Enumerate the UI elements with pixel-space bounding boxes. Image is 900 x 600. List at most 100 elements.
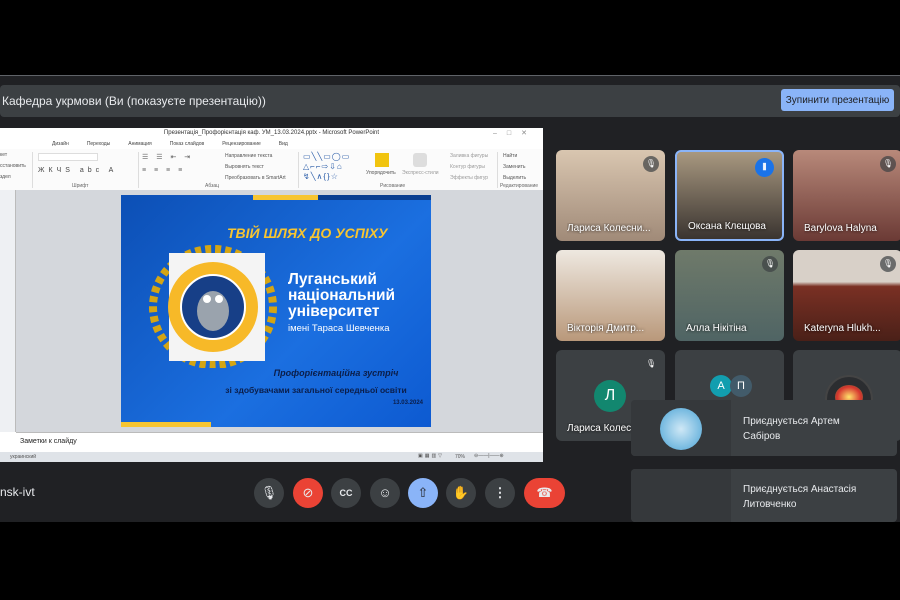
meeting-title: Профорієнтаційна зустріч [273,368,399,378]
zoom-level: 70% [455,454,466,460]
emoji-icon: ☺ [378,485,392,500]
tab-animation[interactable]: Анимация [128,139,151,149]
group-label-editing: Редактирование [500,183,539,189]
quick-styles-button[interactable]: Экспресс-стили [402,170,439,176]
participant-name: Алла Нікітіна [686,323,747,334]
captions-icon: CC [339,488,353,498]
select-button[interactable]: Выделить [503,175,526,181]
raise-hand-button[interactable]: ✋ [446,478,476,508]
tab-review[interactable]: Рецензирование [222,139,261,149]
decor-stripe [121,422,211,427]
slide-workspace: ТВІЙ ШЛЯХ ДО УСПІХУ Луганський національ… [0,190,543,432]
tab-transitions[interactable]: Переходы [87,139,110,149]
join-notification: Приєднується Артем Сабіров [631,400,897,456]
toast-avatar-area [631,469,731,522]
microphone-icon: 🎙 [260,485,278,500]
mic-off-icon: 🎙 [762,256,778,272]
shapes-gallery[interactable]: ▭╲╲▭◯▭ △⌐⌐⇨⇩⌂ ↯╲∧{}☆ [303,152,350,182]
notes-field[interactable]: Заметки к слайду [16,432,543,452]
present-screen-icon: ⇧ [417,485,429,500]
shape-fill-button[interactable]: Заливка фигуры [450,153,488,159]
find-button[interactable]: Найти [503,153,517,159]
university-name: Луганський національний університет [288,272,395,320]
presenting-banner: Кафедра укрмови (Ви (показуєте презентац… [0,85,900,117]
mic-off-icon: 🎙 [880,156,896,172]
mic-off-icon: 🎙 [643,356,659,372]
text-direction-button[interactable]: Направление текста [225,153,272,159]
status-bar: украинский ▣▦▥▽ 70% ⊖——|——⊕ [0,452,543,462]
align-buttons[interactable]: ≡ ≡ ≡ ≡ [142,167,185,174]
participant-name: Оксана Клєщова [688,221,766,232]
mic-off-icon: 🎙 [880,256,896,272]
paragraph-buttons[interactable]: ☰ ☰ ⇤ ⇥ [142,153,193,161]
arrange-icon [375,153,389,167]
speaking-indicator-icon: ⦀ [755,158,774,177]
stop-presenting-button[interactable]: Зупинити презентацію [781,89,894,111]
university-line: національний [288,287,396,304]
leave-call-button[interactable]: ☎ [524,478,565,508]
university-line: Луганський [288,271,377,288]
participant-tile-speaking[interactable]: ⦀ Оксана Клєщова [675,150,784,241]
participant-name: Kateryna Hlukh... [804,323,881,334]
window-controls[interactable]: –□✕ [493,128,537,139]
align-text-button[interactable]: Выровнять текст [225,164,264,170]
decor-stripe [253,195,318,200]
powerpoint-window: Презентація_Профорієнтація каф. УМ_13.03… [0,128,543,462]
notification-text: Приєднується Анастасія Литовченко [743,482,856,512]
current-slide: ТВІЙ ШЛЯХ ДО УСПІХУ Луганський національ… [121,195,431,427]
window-title-text: Презентація_Профорієнтація каф. УМ_13.03… [163,130,380,136]
group-label-font: Шрифт [72,183,89,189]
tab-design[interactable]: Дизайн [52,139,69,149]
slide-thumbnails-pane[interactable] [0,190,16,432]
participant-tile[interactable]: 🎙 Kateryna Hlukh... [793,250,900,341]
captions-button[interactable]: CC [331,478,361,508]
font-format-buttons[interactable]: ЖКЧS abc A [38,167,117,174]
participant-tile[interactable]: 🎙 Лариса Колесни... [556,150,665,241]
shape-outline-button[interactable]: Контур фигуры [450,164,485,170]
avatar: А [710,375,732,397]
university-subtitle: імені Тараса Шевченка [288,323,390,334]
more-options-button[interactable]: ⋮ [485,478,515,508]
ribbon-item[interactable]: кет [0,152,7,158]
shape-effects-button[interactable]: Эффекты фигур [450,175,488,181]
participant-tile[interactable]: 🎙 Barylova Halyna [793,150,900,241]
camera-off-button[interactable]: ⊘ [293,478,323,508]
avatar: Л [594,380,626,412]
decor-stripe [318,195,431,200]
join-notification: Приєднується Анастасія Литовченко [631,469,897,522]
mic-off-icon: 🎙 [643,156,659,172]
zoom-slider[interactable]: ⊖——|——⊕ [474,453,504,459]
audience-text: зі здобувачами загальної середньої освіт… [225,385,407,395]
smartart-button[interactable]: Преобразовать в SmartArt [225,175,286,181]
font-name-select[interactable] [38,153,98,161]
notification-line: Приєднується Анастасія [743,484,857,495]
toast-avatar-area [631,400,731,456]
notification-line: Сабіров [743,431,781,442]
window-title: Презентація_Профорієнтація каф. УМ_13.03… [0,128,543,139]
hand-icon: ✋ [452,485,470,500]
reactions-button[interactable]: ☺ [370,478,400,508]
notification-text: Приєднується Артем Сабіров [743,414,840,444]
avatar: П [730,375,752,397]
ribbon-item[interactable]: здел [0,174,11,180]
ribbon-item[interactable]: сстановить [0,163,26,169]
present-button[interactable]: ⇧ [408,478,438,508]
university-logo [149,243,277,369]
avatar [660,408,702,450]
group-label-paragraph: Абзац [205,183,220,189]
group-label-drawing: Рисование [380,183,406,189]
presenting-text: Кафедра укрмови (Ви (показуєте презентац… [2,94,266,108]
microphone-button[interactable]: 🎙 [254,478,284,508]
participant-tile[interactable]: Вікторія Дмитр... [556,250,665,341]
quick-styles-icon [413,153,427,167]
view-buttons[interactable]: ▣▦▥▽ [418,453,444,459]
more-vert-icon: ⋮ [493,485,507,500]
arrange-button[interactable]: Упорядочить [366,170,396,176]
participant-tile[interactable]: 🎙 Алла Нікітіна [675,250,784,341]
participant-name: Barylova Halyna [804,223,877,234]
replace-button[interactable]: Заменить [503,164,525,170]
tab-slideshow[interactable]: Показ слайдов [170,139,204,149]
ribbon: кет сстановить здел ЖКЧS abc A Шрифт ☰ ☰… [0,149,543,191]
tab-view[interactable]: Вид [279,139,288,149]
participant-name: Лариса Колесни... [567,223,651,234]
